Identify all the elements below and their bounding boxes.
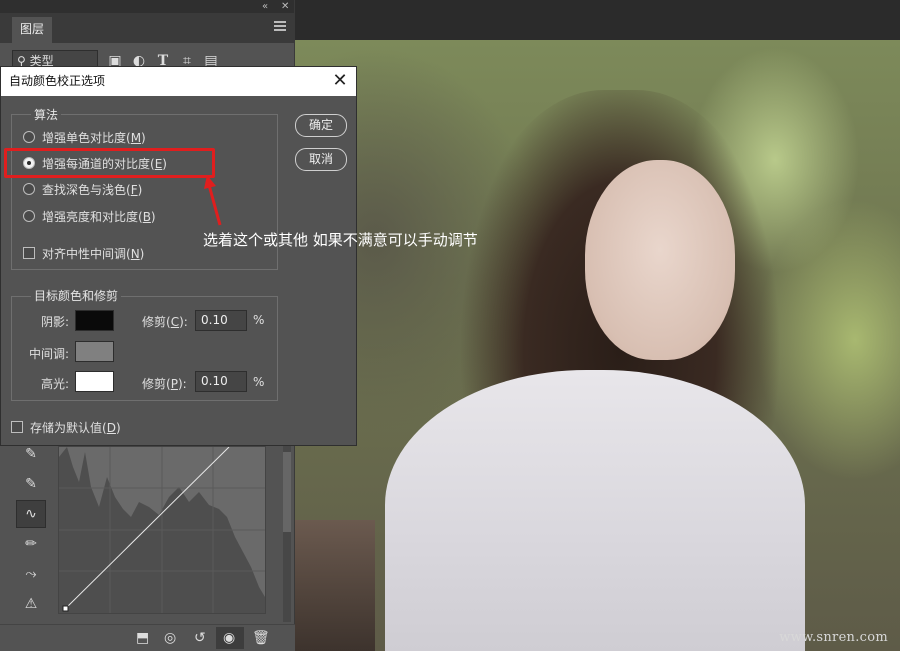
photo-rock — [295, 520, 375, 651]
shadows-swatch[interactable] — [75, 310, 114, 331]
option-label: 增强单色对比度(M) — [42, 130, 146, 145]
document-canvas[interactable]: www.snren.com — [295, 40, 900, 651]
curves-tools: ✎ ✎ ∿ ✏ ⤳ ⚠ — [16, 440, 46, 620]
cancel-button[interactable]: 取消 — [295, 148, 347, 171]
trash-icon[interactable]: 🗑 — [252, 630, 270, 646]
highlights-clip-input[interactable]: 0.10 — [195, 371, 247, 392]
radio-find-dark-light[interactable] — [23, 183, 35, 195]
watermark: www.snren.com — [779, 630, 888, 645]
midtones-swatch[interactable] — [75, 341, 114, 362]
option-brightness-contrast[interactable]: 增强亮度和对比度(B) — [23, 207, 156, 225]
panel-header: « ✕ — [0, 0, 294, 13]
smooth-icon[interactable]: ⤳ — [16, 560, 46, 588]
photo-dress — [385, 370, 805, 651]
pencil-icon[interactable]: ✏ — [16, 530, 46, 558]
highlights-clip-label: 修剪(P): — [142, 377, 187, 391]
option-label: 增强亮度和对比度(B) — [42, 209, 156, 224]
annotation-highlight-box — [4, 148, 215, 178]
panel-scrollbar[interactable] — [283, 446, 291, 622]
save-default-checkbox[interactable] — [11, 421, 23, 433]
option-label: 存储为默认值(D) — [30, 420, 121, 435]
clip-to-layer-icon[interactable]: ⬒ — [136, 630, 149, 646]
shadows-label: 阴影: — [40, 315, 69, 329]
reset-icon[interactable]: ↺ — [194, 630, 206, 646]
eyedropper-gray-icon[interactable]: ✎ — [16, 470, 46, 498]
snap-neutral-checkbox[interactable] — [23, 247, 35, 259]
option-label: 对齐中性中间调(N) — [42, 246, 145, 261]
auto-color-correction-dialog: 自动颜色校正选项 ✕ 算法 增强单色对比度(M) 增强每通道的对比度(E) 查找… — [0, 66, 357, 446]
target-colors-legend: 目标颜色和修剪 — [31, 287, 122, 304]
shadows-clip-label: 修剪(C): — [142, 315, 188, 329]
highlights-percent: % — [253, 375, 265, 389]
radio-mono-contrast[interactable] — [23, 131, 35, 143]
annotation-text: 选着这个或其他 如果不满意可以手动调节 — [203, 231, 478, 249]
snap-neutral-midtones[interactable]: 对齐中性中间调(N) — [23, 244, 144, 262]
dialog-title: 自动颜色校正选项 — [9, 74, 106, 88]
option-find-dark-light[interactable]: 查找深色与浅色(F) — [23, 180, 142, 198]
close-icon[interactable]: ✕ — [281, 0, 289, 13]
photo-face — [585, 160, 735, 360]
panel-menu-icon[interactable] — [274, 21, 286, 31]
option-label: 查找深色与浅色(F) — [42, 182, 143, 197]
curves-graph[interactable] — [58, 446, 266, 614]
ok-button[interactable]: 确定 — [295, 114, 347, 137]
algorithm-legend: 算法 — [31, 106, 62, 123]
midtones-label: 中间调: — [28, 347, 69, 361]
highlights-swatch[interactable] — [75, 371, 114, 392]
option-mono-contrast[interactable]: 增强单色对比度(M) — [23, 128, 146, 146]
tab-layers[interactable]: 图层 — [12, 17, 53, 43]
eye-icon[interactable]: ◉ — [223, 630, 235, 646]
radio-brightness-contrast[interactable] — [23, 210, 35, 222]
curves-histogram — [59, 446, 265, 613]
panel-bottom-bar: ⬒ ◎ ↺ ◉ 🗑 — [0, 624, 295, 651]
scrollbar-thumb[interactable] — [283, 452, 291, 532]
annotation-arrow-icon — [204, 175, 222, 226]
shadows-clip-input[interactable]: 0.10 — [195, 310, 247, 331]
dialog-title-bar: 自动颜色校正选项 ✕ — [1, 67, 356, 96]
highlights-label: 高光: — [40, 377, 69, 391]
panel-tabs: 图层 — [0, 13, 294, 43]
canvas-top-bar — [295, 0, 900, 40]
collapse-icon[interactable]: « — [262, 0, 268, 13]
curve-point-icon[interactable]: ∿ — [16, 500, 46, 528]
shadows-percent: % — [253, 313, 265, 327]
close-icon[interactable]: ✕ — [332, 67, 348, 96]
view-previous-icon[interactable]: ◎ — [164, 630, 176, 646]
save-as-default[interactable]: 存储为默认值(D) — [11, 418, 121, 436]
clipping-warning-icon[interactable]: ⚠ — [16, 590, 46, 618]
